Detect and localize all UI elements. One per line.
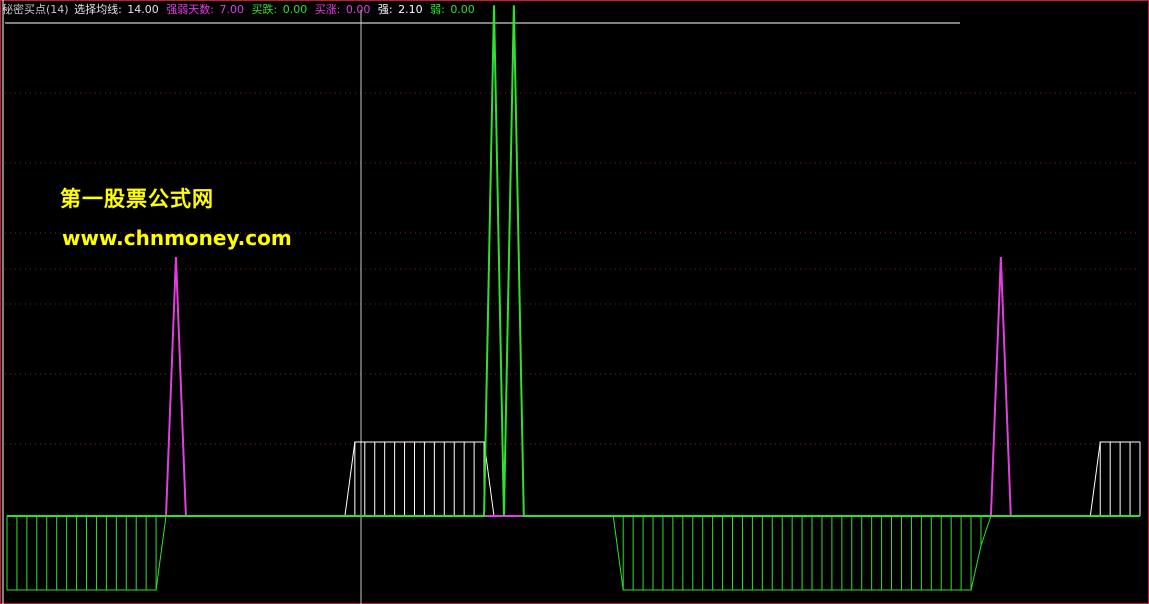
legend-buy-down: 买跌: 0.00 xyxy=(252,3,310,16)
legend-buy-down-value: 0.00 xyxy=(282,3,308,16)
indicator-chart[interactable] xyxy=(0,0,1149,604)
indicator-title: 秘密买点(14) xyxy=(2,3,69,16)
param-ma-label: 选择均线: xyxy=(74,3,126,16)
param-ma-value: 14.00 xyxy=(127,3,159,16)
buy-up-line xyxy=(7,256,1140,517)
legend-weak-value: 0.00 xyxy=(450,3,475,16)
legend-buy-up-value: 0.00 xyxy=(345,3,371,16)
legend-strength-days-label: 强弱天数: xyxy=(166,3,218,16)
weak-histogram-outline xyxy=(7,515,1140,591)
legend-weak-label: 弱: xyxy=(430,3,449,16)
chart-frame xyxy=(0,0,1149,604)
legend-strong-value: 2.10 xyxy=(398,3,423,16)
legend-strong-label: 强: xyxy=(377,3,397,16)
legend-buy-down-label: 买跌: xyxy=(251,3,281,16)
legend-strength-days: 强弱天数: 7.00 xyxy=(166,3,246,16)
watermark-site-name: 第一股票公式网 xyxy=(60,187,214,211)
indicator-header: 秘密买点(14) 选择均线: 14.00 强弱天数: 7.00 买跌: 0.00… xyxy=(2,2,479,18)
strong-histogram-outline xyxy=(7,441,1140,517)
legend-weak: 弱: 0.00 xyxy=(430,3,477,16)
chart-panel: 秘密买点(14) 选择均线: 14.00 强弱天数: 7.00 买跌: 0.00… xyxy=(0,0,1149,604)
legend-strength-days-value: 7.00 xyxy=(219,3,245,16)
legend-strong: 强: 2.10 xyxy=(378,3,425,16)
param-ma: 选择均线: 14.00 xyxy=(74,3,161,16)
legend-buy-up: 买涨: 0.00 xyxy=(315,3,373,16)
legend-buy-up-label: 买涨: xyxy=(314,3,344,16)
watermark-url: www.chnmoney.com xyxy=(62,226,292,250)
